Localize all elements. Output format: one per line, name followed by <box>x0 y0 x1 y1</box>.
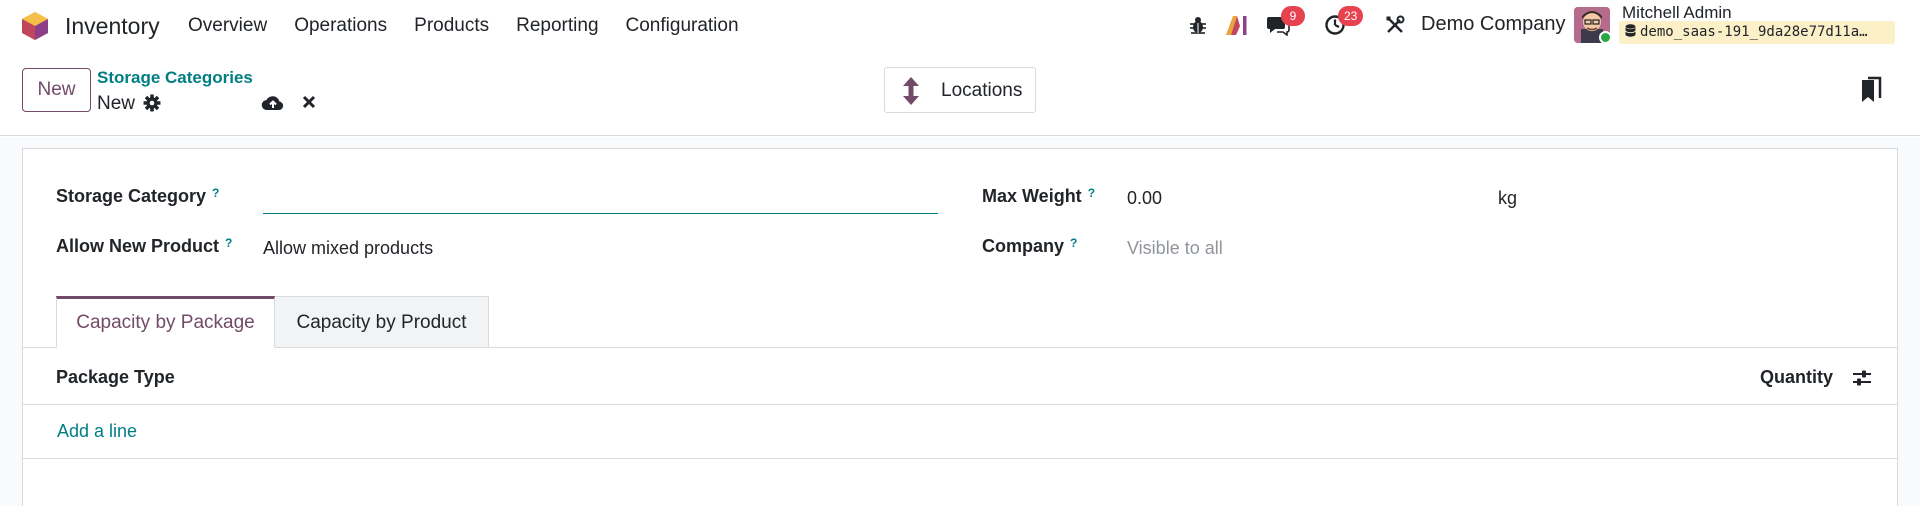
messages-badge: 9 <box>1281 6 1305 26</box>
max-weight-label: Max Weight? <box>982 186 1095 207</box>
storage-category-label-text: Storage Category <box>56 186 207 206</box>
storage-category-label: Storage Category? <box>56 186 219 207</box>
ai-icon[interactable] <box>1224 12 1250 38</box>
gear-icon[interactable] <box>143 94 163 114</box>
database-name-text: demo_saas-191_9da28e77d11a… <box>1640 24 1868 40</box>
app-logo-icon[interactable] <box>21 11 49 41</box>
allow-new-product-select[interactable]: Allow mixed products <box>263 238 433 259</box>
column-header-quantity[interactable]: Quantity <box>1760 367 1833 388</box>
max-weight-input[interactable]: 0.00 <box>1127 188 1162 209</box>
control-panel: New Storage Categories New Locations <box>0 51 1920 136</box>
database-icon <box>1625 24 1636 37</box>
allow-new-product-label-text: Allow New Product <box>56 236 220 256</box>
locations-smart-button[interactable]: Locations <box>884 67 1036 113</box>
help-tooltip-icon[interactable]: ? <box>212 186 219 200</box>
top-navbar: Inventory Overview Operations Products R… <box>0 0 1920 51</box>
discard-close-icon[interactable] <box>301 94 321 114</box>
chat-icon[interactable]: 9 <box>1265 6 1305 38</box>
record-name: New <box>97 93 136 114</box>
main-menu: Overview Operations Products Reporting C… <box>188 0 766 51</box>
company-label: Company? <box>982 236 1077 257</box>
optional-columns-sliders-icon[interactable] <box>1851 367 1873 389</box>
database-name: demo_saas-191_9da28e77d11a… <box>1619 21 1895 44</box>
bookmark-icon[interactable] <box>1860 76 1882 104</box>
company-input[interactable]: Visible to all <box>1127 238 1223 259</box>
activities-badge: 23 <box>1338 6 1364 26</box>
help-tooltip-icon[interactable]: ? <box>1088 186 1095 200</box>
menu-products[interactable]: Products <box>414 15 489 37</box>
company-label-text: Company <box>982 236 1065 256</box>
weight-unit: kg <box>1498 188 1518 208</box>
tab-capacity-by-package[interactable]: Capacity by Package <box>56 296 275 348</box>
help-tooltip-icon[interactable]: ? <box>225 236 232 250</box>
table-header-divider <box>22 404 1898 405</box>
user-name[interactable]: Mitchell Admin <box>1622 3 1732 23</box>
menu-operations[interactable]: Operations <box>294 15 387 37</box>
table-row-divider <box>22 458 1898 459</box>
tools-icon[interactable] <box>1382 12 1408 38</box>
max-weight-label-text: Max Weight <box>982 186 1082 206</box>
arrows-vertical-icon <box>901 76 921 106</box>
storage-category-input[interactable] <box>263 176 938 214</box>
tab-capacity-by-product[interactable]: Capacity by Product <box>275 296 489 348</box>
locations-label: Locations <box>941 80 1023 101</box>
column-header-package-type[interactable]: Package Type <box>56 367 175 388</box>
app-name[interactable]: Inventory <box>65 13 160 40</box>
company-switcher[interactable]: Demo Company <box>1421 13 1566 36</box>
allow-new-product-label: Allow New Product? <box>56 236 232 257</box>
add-line-link[interactable]: Add a line <box>57 421 137 442</box>
menu-configuration[interactable]: Configuration <box>626 15 739 37</box>
menu-overview[interactable]: Overview <box>188 15 267 37</box>
menu-reporting[interactable]: Reporting <box>516 15 598 37</box>
clock-icon[interactable]: 23 <box>1322 6 1364 38</box>
help-tooltip-icon[interactable]: ? <box>1070 236 1077 250</box>
online-status-icon <box>1599 31 1612 44</box>
breadcrumb-storage-categories[interactable]: Storage Categories <box>97 68 253 88</box>
save-cloud-icon[interactable] <box>261 93 285 115</box>
debug-bug-icon[interactable] <box>1185 12 1211 38</box>
new-button[interactable]: New <box>22 68 91 112</box>
